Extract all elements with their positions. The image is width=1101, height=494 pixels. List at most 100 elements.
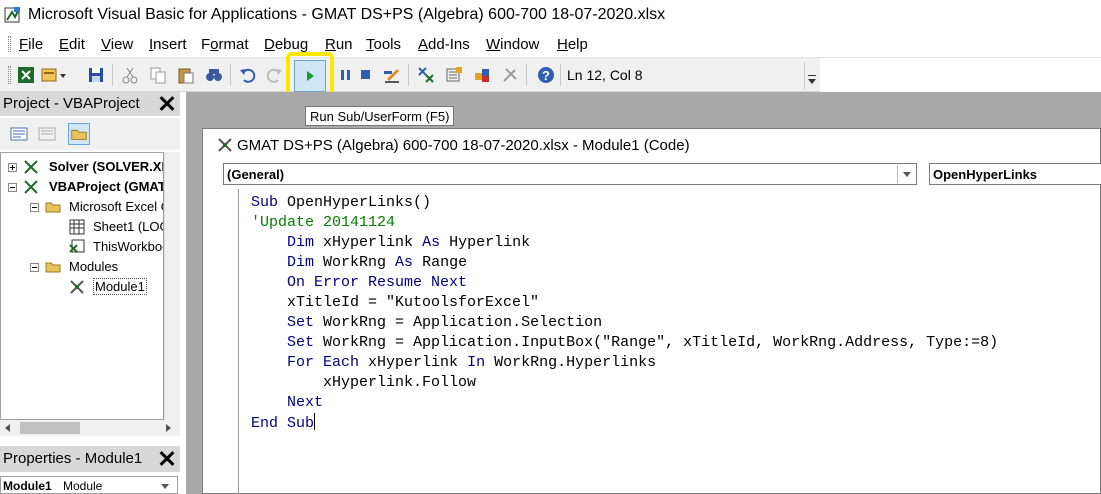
toolbar-options-icon[interactable] xyxy=(804,62,818,90)
paste-icon[interactable] xyxy=(176,65,196,85)
project-tree-vertical-scrollbar[interactable] xyxy=(164,152,180,420)
run-sub-button[interactable] xyxy=(294,60,326,92)
properties-object-name: Module1 xyxy=(3,479,52,493)
menu-run[interactable]: Run xyxy=(325,36,353,53)
menu-tools[interactable]: Tools xyxy=(366,36,401,53)
code-window-title-bar: GMAT DS+PS (Algebra) 600-700 18-07-2020.… xyxy=(203,129,1100,161)
code-line[interactable]: Set WorkRng = Application.Selection xyxy=(251,313,602,333)
svg-text:?: ? xyxy=(542,68,550,83)
code-line[interactable]: For Each xHyperlink In WorkRng.Hyperlink… xyxy=(251,353,656,373)
find-icon[interactable] xyxy=(204,65,224,85)
tree-item-excel-objects[interactable]: Microsoft Excel Ob xyxy=(27,197,163,217)
view-code-icon[interactable] xyxy=(8,123,30,145)
scrollbar-thumb[interactable] xyxy=(20,422,80,434)
project-tree-horizontal-scrollbar[interactable] xyxy=(0,420,180,436)
code-line[interactable]: Sub OpenHyperLinks() xyxy=(251,193,431,213)
code-window: GMAT DS+PS (Algebra) 600-700 18-07-2020.… xyxy=(202,128,1101,494)
copy-icon[interactable] xyxy=(148,65,168,85)
workbook-icon xyxy=(69,239,85,253)
insert-module-icon[interactable] xyxy=(40,65,60,85)
standard-toolbar: ? xyxy=(0,58,820,92)
collapse-icon[interactable] xyxy=(30,263,39,272)
code-line[interactable]: Next xyxy=(251,393,323,413)
menu-file[interactable]: File xyxy=(19,36,43,53)
menu-debug[interactable]: Debug xyxy=(264,36,308,53)
menu-edit[interactable]: Edit xyxy=(59,36,85,53)
menu-insert[interactable]: Insert xyxy=(149,36,187,53)
insert-dropdown-icon[interactable] xyxy=(58,65,68,85)
object-browser-icon[interactable] xyxy=(472,65,492,85)
project-pane-close-icon[interactable] xyxy=(156,93,178,115)
help-icon[interactable]: ? xyxy=(536,65,556,85)
tree-item-sheet1[interactable]: Sheet1 (LOG) xyxy=(49,217,163,237)
menu-addins[interactable]: Add-Ins xyxy=(418,36,470,53)
code-line[interactable]: Set WorkRng = Application.InputBox("Rang… xyxy=(251,333,998,353)
collapse-icon[interactable] xyxy=(30,203,39,212)
expand-icon[interactable] xyxy=(8,163,17,172)
object-combo[interactable]: (General) xyxy=(223,163,917,185)
view-object-icon[interactable] xyxy=(36,123,58,145)
scroll-right-icon[interactable] xyxy=(166,424,171,432)
title-bar: Microsoft Visual Basic for Applications … xyxy=(0,0,1101,30)
reset-icon[interactable] xyxy=(356,65,376,85)
code-keyword: For Each xyxy=(287,354,360,371)
code-keyword: As xyxy=(422,234,441,251)
menu-format[interactable]: Format xyxy=(201,36,249,53)
project-explorer-icon[interactable] xyxy=(416,65,436,85)
design-mode-icon[interactable] xyxy=(382,65,402,85)
menu-help[interactable]: Help xyxy=(557,36,588,53)
menu-bar-grip[interactable] xyxy=(8,36,11,52)
menu-window[interactable]: Window xyxy=(486,36,539,53)
worksheet-icon xyxy=(69,219,85,235)
project-pane-toolbar xyxy=(0,118,180,150)
code-text: WorkRng = Application.InputBox("Range", … xyxy=(314,334,999,351)
menu-bar: File Edit View Insert Format Debug Run Tools Add… xyxy=(0,30,1101,58)
code-editor[interactable]: Sub OpenHyperLinks() 'Update 20141124 Dim… xyxy=(241,189,1100,494)
undo-icon[interactable] xyxy=(238,65,258,85)
collapse-icon[interactable] xyxy=(8,183,17,192)
procedure-combo[interactable]: OpenHyperLinks xyxy=(929,163,1101,185)
toolbar-separator xyxy=(526,64,527,86)
properties-object-type: Module xyxy=(63,479,103,493)
toolbar-separator xyxy=(408,64,409,86)
code-line[interactable]: End Sub xyxy=(251,413,316,433)
code-line[interactable]: 'Update 20141124 xyxy=(251,213,395,233)
toolbar-separator xyxy=(112,64,113,86)
object-combo-dropdown[interactable] xyxy=(897,165,915,183)
code-line[interactable]: On Error Resume Next xyxy=(251,273,467,293)
tree-item-vbaproject[interactable]: VBAProject (GMAT D xyxy=(5,177,163,197)
cut-icon[interactable] xyxy=(120,65,140,85)
code-line[interactable]: xTitleId = "KutoolsforExcel" xyxy=(251,293,539,313)
code-line[interactable]: xHyperlink.Follow xyxy=(251,373,476,393)
properties-pane-close-icon[interactable] xyxy=(156,448,178,470)
toolbar-grip[interactable] xyxy=(8,66,11,84)
menu-view[interactable]: View xyxy=(101,36,133,53)
code-text: WorkRng xyxy=(314,254,396,271)
toolbox-icon[interactable] xyxy=(500,65,520,85)
view-excel-icon[interactable] xyxy=(16,65,36,85)
code-keyword: On Error Resume Next xyxy=(287,274,468,291)
toggle-folders-icon[interactable] xyxy=(68,123,90,145)
module-icon xyxy=(70,280,84,294)
tree-item-module1[interactable]: Module1 xyxy=(49,277,163,297)
run-tooltip: Run Sub/UserForm (F5) xyxy=(305,106,455,126)
break-icon[interactable] xyxy=(336,65,356,85)
tree-item-thisworkbook[interactable]: ThisWorkbook xyxy=(49,237,163,257)
code-text: xHyperlink xyxy=(359,354,468,371)
code-line[interactable]: Dim xHyperlink As Hyperlink xyxy=(251,233,530,253)
properties-icon[interactable] xyxy=(444,65,464,85)
scroll-left-icon[interactable] xyxy=(5,424,10,432)
save-icon[interactable] xyxy=(86,65,106,85)
folder-icon xyxy=(45,262,61,273)
code-margin-indicator-bar[interactable] xyxy=(213,189,239,494)
chevron-down-icon[interactable] xyxy=(161,484,169,489)
redo-icon[interactable] xyxy=(264,65,284,85)
code-line[interactable]: Dim WorkRng As Range xyxy=(251,253,467,273)
tree-item-solver[interactable]: Solver (SOLVER.XLA xyxy=(5,157,163,177)
tree-item-modules[interactable]: Modules xyxy=(27,257,163,277)
properties-object-select[interactable]: Module1 Module xyxy=(0,476,178,494)
